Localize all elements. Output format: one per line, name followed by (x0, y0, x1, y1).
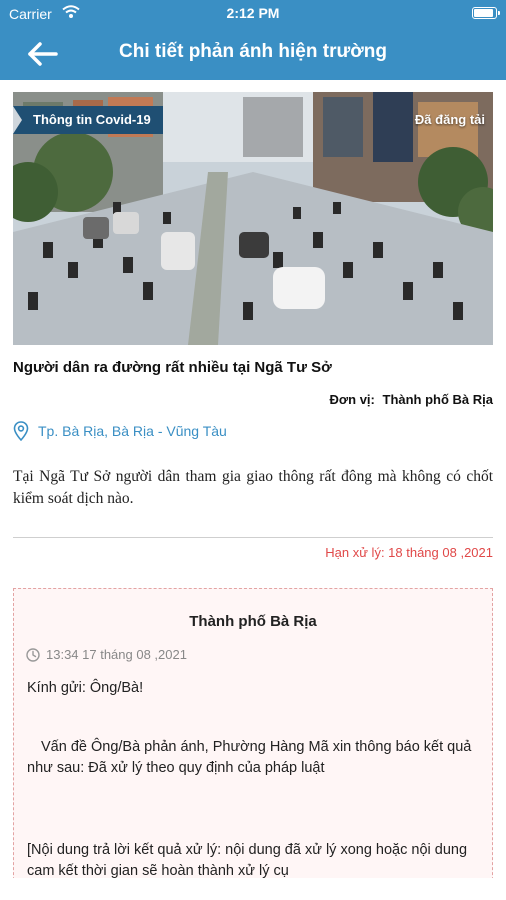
reply-card: Thành phố Bà Rịa 13:34 17 tháng 08 ,2021… (13, 588, 493, 900)
reply-greeting: Kính gửi: Ông/Bà! (27, 680, 144, 696)
nav-bar: Chi tiết phản ánh hiện trường (0, 28, 506, 80)
category-tag: Thông tin Covid-19 (13, 106, 163, 134)
page-title: Chi tiết phản ánh hiện trường (119, 41, 387, 62)
unit-label: Đơn vị: (329, 392, 375, 407)
bottom-safe-area (0, 878, 506, 900)
reply-body: Vấn đề Ông/Bà phản ánh, Phường Hàng Mã x… (27, 739, 472, 776)
reply-result-note: [Nội dung trả lời kết quả xử lý: nội dun… (27, 842, 468, 879)
clock-icon (26, 648, 40, 665)
report-description: Tại Ngã Tư Sở người dân tham gia giao th… (13, 468, 493, 507)
map-pin-icon (13, 421, 29, 444)
clock-time: 2:12 PM (226, 5, 280, 21)
reply-organization: Thành phố Bà Rịa (189, 613, 317, 630)
report-title: Người dân ra đường rất nhiều tại Ngã Tư … (13, 359, 332, 376)
status-badge: Đã đăng tải (414, 112, 485, 127)
location-text: Tp. Bà Rịa, Bà Rịa - Vũng Tàu (38, 423, 227, 439)
deadline-text: Hạn xử lý: 18 tháng 08 ,2021 (325, 545, 493, 560)
timestamp-text: 13:34 17 tháng 08 ,2021 (46, 647, 187, 662)
report-photo[interactable]: Thông tin Covid-19 Đã đăng tải (13, 92, 493, 345)
divider (13, 537, 493, 538)
status-bar: Carrier 2:12 PM (0, 0, 506, 28)
battery-icon (472, 7, 500, 19)
unit-value: Thành phố Bà Rịa (382, 392, 494, 407)
unit-info: Đơn vị: Thành phố Bà Rịa (330, 392, 493, 407)
